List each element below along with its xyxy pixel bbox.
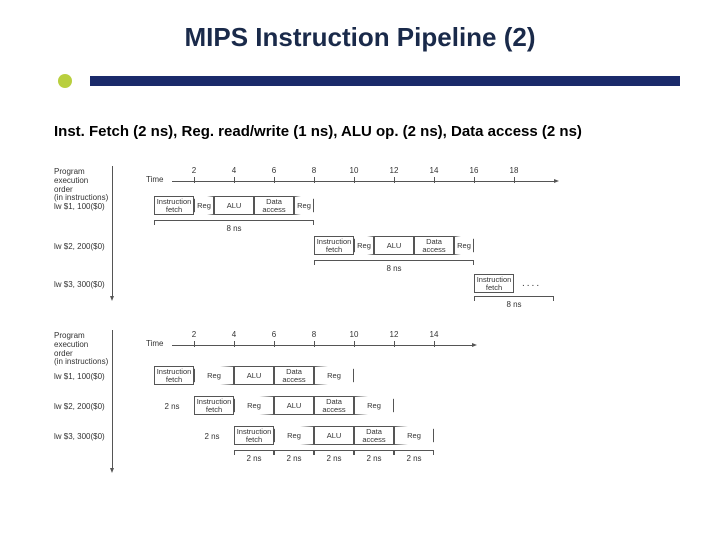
- seq-instr-3: lw $3, 300($0): [54, 280, 105, 289]
- seq-ticks: 2 4 6 8 10 12 14 16 18: [174, 166, 534, 175]
- pipe-instr-2: lw $2, 200($0): [54, 402, 105, 411]
- pipe-row-1: Instruction fetch Reg ALU Data access Re…: [154, 366, 354, 385]
- title-underline: [58, 74, 680, 88]
- pipe-time-label: Time: [146, 340, 163, 349]
- pipe-instr-1: lw $1, 100($0): [54, 372, 105, 381]
- seq-row-3: Instruction fetch: [474, 274, 514, 293]
- seq-instr-1: lw $1, 100($0): [54, 202, 105, 211]
- seq-time-axis: [172, 181, 554, 182]
- slide-subtitle: Inst. Fetch (2 ns), Reg. read/write (1 n…: [54, 123, 582, 140]
- seq-row-2: Instruction fetch Reg ALU Data access Re…: [314, 236, 474, 255]
- seq-row-1: Instruction fetch Reg ALU Data access Re…: [154, 196, 314, 215]
- pipe-time-axis: [172, 345, 472, 346]
- bullet-bar: [90, 76, 680, 86]
- pipe-row-2: Instruction fetch Reg ALU Data access Re…: [194, 396, 394, 415]
- slide-title: MIPS Instruction Pipeline (2): [0, 0, 720, 53]
- pipeline-diagram: Program execution order (in instructions…: [54, 162, 674, 492]
- bullet-icon: [58, 74, 72, 88]
- pipe-order-axis: [112, 330, 113, 468]
- ellipsis-icon: ....: [522, 278, 541, 289]
- seq-time-label: Time: [146, 176, 163, 185]
- seq-order-axis: [112, 166, 113, 296]
- pipe-ticks: 2 4 6 8 10 12 14: [174, 330, 454, 339]
- pipe-axis-label: Program execution order (in instructions…: [54, 332, 108, 367]
- pipe-instr-3: lw $3, 300($0): [54, 432, 105, 441]
- seq-instr-2: lw $2, 200($0): [54, 242, 105, 251]
- pipe-row-3: Instruction fetch Reg ALU Data access Re…: [234, 426, 434, 445]
- seq-axis-label: Program execution order (in instructions…: [54, 168, 108, 203]
